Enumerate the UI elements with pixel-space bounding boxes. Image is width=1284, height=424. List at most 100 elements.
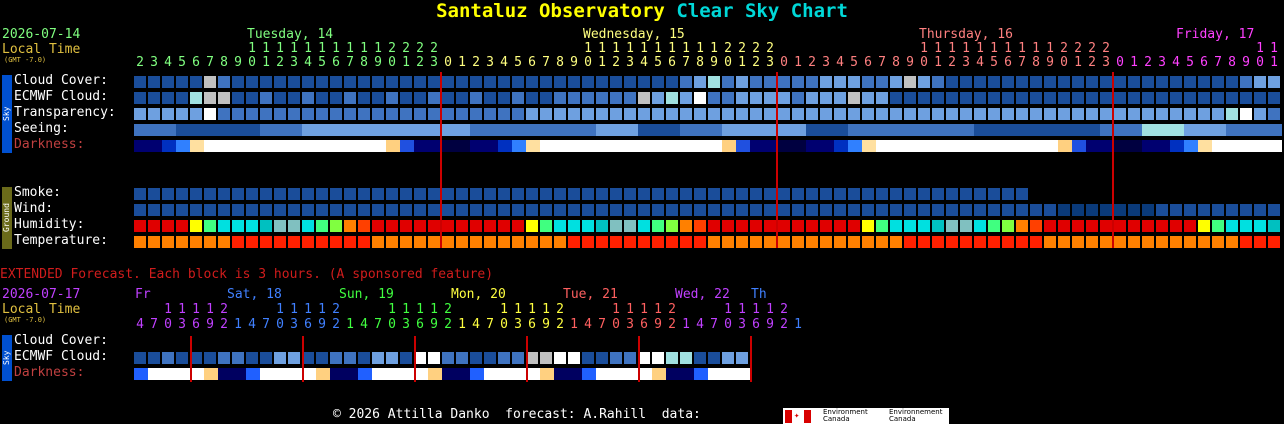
transparency-label: Transparency: [14, 105, 116, 120]
darkness-cell [680, 140, 694, 152]
seeing-cell [596, 124, 610, 136]
darkness-cell [820, 140, 834, 152]
ext-ecmwf-cell [330, 352, 342, 364]
ecmwf-cell [974, 92, 986, 104]
smoke-cell [512, 188, 524, 200]
ecmwf-cell [946, 92, 958, 104]
temperature-cell [386, 236, 398, 248]
temperature-cell [890, 236, 902, 248]
ext-hour-units: 1 [458, 317, 466, 332]
ext-hour-tens: 1 [206, 302, 214, 317]
seeing-cell [1170, 124, 1184, 136]
hour-tens-digit: 1 [248, 41, 256, 56]
hour-units-digit: 0 [780, 55, 788, 70]
ext-hour-tens: 1 [766, 302, 774, 317]
ecmwf-cell [708, 92, 720, 104]
wind-cell [750, 204, 762, 216]
humidity-cell [1016, 220, 1028, 232]
transparency-cell [568, 108, 580, 120]
smoke-cell [890, 188, 902, 200]
humidity-cell [680, 220, 692, 232]
ecmwf-cell [498, 92, 510, 104]
darkness-cell [624, 140, 638, 152]
ext-hour-units: 0 [164, 317, 172, 332]
hour-tens-digit: 1 [640, 41, 648, 56]
ext-ecmwf-cell [582, 352, 594, 364]
transparency-cell [806, 108, 818, 120]
temperature-cell [1072, 236, 1084, 248]
hour-units-digit: 2 [1144, 55, 1152, 70]
humidity-cell [1170, 220, 1182, 232]
darkness-cell [470, 140, 484, 152]
darkness-cell [288, 140, 302, 152]
observatory-name: Santaluz Observatory [436, 0, 665, 22]
humidity-cell [456, 220, 468, 232]
ext-day-tue: Tue, 21 [563, 287, 618, 302]
logo-text-en: Environment Canada [823, 408, 868, 424]
ext-hour-tens: 1 [304, 302, 312, 317]
wind-cell [736, 204, 748, 216]
wind-cell [610, 204, 622, 216]
temperature-cell [274, 236, 286, 248]
humidity-cell [568, 220, 580, 232]
hour-tens-digit: 1 [374, 41, 382, 56]
smoke-cell [778, 188, 790, 200]
hour-units-digit: 2 [472, 55, 480, 70]
temperature-cell [162, 236, 174, 248]
hour-tens-digit: 1 [626, 41, 634, 56]
ecmwf-cell [400, 92, 412, 104]
hour-units-digit: 2 [136, 55, 144, 70]
smoke-cell [988, 188, 1000, 200]
smoke-cell [134, 188, 146, 200]
ext-darkness-cell [428, 368, 442, 380]
ext-darkness-cell [260, 368, 274, 380]
transparency-cell [400, 108, 412, 120]
darkness-cell [190, 140, 204, 152]
ecmwf-cell [540, 92, 552, 104]
hour-tens-digit: 2 [402, 41, 410, 56]
darkness-cell [1212, 140, 1226, 152]
wind-cell [190, 204, 202, 216]
extended-local-time: Local Time [2, 302, 81, 317]
environment-canada-logo[interactable]: ✦ Environment Canada Environnement Canada [783, 408, 949, 424]
darkness-cell [456, 140, 470, 152]
humidity-cell [372, 220, 384, 232]
cloud-cell [1156, 76, 1168, 88]
local-time-label: Local Time [2, 42, 81, 57]
darkness-cell [134, 140, 148, 152]
temperature-cell [484, 236, 496, 248]
ext-ecmwf-cell [554, 352, 566, 364]
temperature-cell [218, 236, 230, 248]
ecmwf-cell [260, 92, 272, 104]
hour-tens-digit: 1 [304, 41, 312, 56]
transparency-cell [778, 108, 790, 120]
hour-units-digit: 6 [192, 55, 200, 70]
darkness-cell [512, 140, 526, 152]
seeing-cell [386, 124, 400, 136]
hour-tens-digit: 1 [654, 41, 662, 56]
cloud-cell [778, 76, 790, 88]
seeing-cell [946, 124, 960, 136]
humidity-cell [736, 220, 748, 232]
temperature-cell [582, 236, 594, 248]
ext-darkness-cell [694, 368, 708, 380]
humidity-cell [148, 220, 160, 232]
ecmwf-cell [666, 92, 678, 104]
seeing-cell [316, 124, 330, 136]
temperature-cell [246, 236, 258, 248]
ext-hour-units: 7 [374, 317, 382, 332]
ext-sky-sidebar-label: Sky [2, 350, 11, 366]
ecmwf-cell [148, 92, 160, 104]
temperature-cell [204, 236, 216, 248]
ext-hour-units: 4 [136, 317, 144, 332]
transparency-cell [190, 108, 202, 120]
ext-hour-tens: 1 [290, 302, 298, 317]
temperature-cell [624, 236, 636, 248]
ext-hour-units: 0 [612, 317, 620, 332]
darkness-cell [526, 140, 540, 152]
wind-cell [1142, 204, 1154, 216]
smoke-cell [372, 188, 384, 200]
seeing-cell [190, 124, 204, 136]
seeing-cell [456, 124, 470, 136]
ext-darkness-cell [232, 368, 246, 380]
